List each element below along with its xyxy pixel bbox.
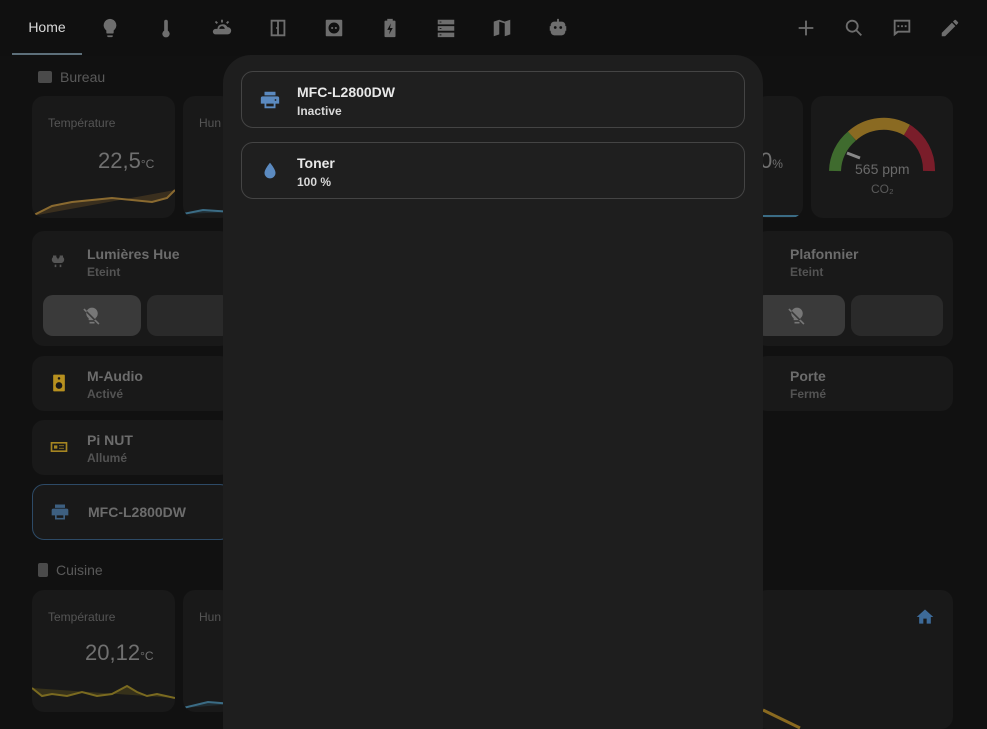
battery-icon[interactable] (376, 14, 404, 42)
robot-icon[interactable] (544, 14, 572, 42)
outlet-icon[interactable] (320, 14, 348, 42)
ceiling-off-button[interactable] (755, 295, 845, 336)
ups-icon (49, 437, 69, 457)
tab-home[interactable]: Home (12, 0, 82, 55)
lightbulb-off-icon (83, 307, 100, 325)
lightbulb-off-icon (788, 307, 805, 325)
printer-icon (50, 502, 70, 522)
more-info-dialog: MFC-L2800DW Inactive Toner 100 % (223, 55, 763, 729)
chat-icon[interactable] (888, 14, 916, 42)
weather-icon[interactable] (208, 14, 236, 42)
lights-hue-tile[interactable]: Lumières Hue Eteint (32, 231, 232, 346)
section-bureau: Bureau (38, 69, 105, 85)
pi-nut-tile[interactable]: Pi NUT Allumé (32, 420, 232, 475)
printer-icon (258, 88, 282, 112)
water-drop-icon (258, 159, 282, 183)
home-icon (915, 607, 935, 627)
door-tile[interactable]: Porte Fermé (755, 356, 953, 411)
lights-on-button[interactable] (147, 295, 232, 336)
temperature-card-bureau[interactable]: Température 22,5°C (32, 96, 175, 218)
printer-tile[interactable]: MFC-L2800DW (32, 484, 232, 540)
temperature-sparkline (32, 684, 175, 699)
m-audio-tile[interactable]: M-Audio Activé (32, 356, 232, 411)
fridge-icon (38, 563, 48, 577)
entity-row-printer[interactable]: MFC-L2800DW Inactive (241, 71, 745, 128)
humidity-value-right: 0% (760, 148, 783, 173)
ceiling-lights-icon (48, 253, 68, 273)
door-icon[interactable] (264, 14, 292, 42)
map-card-cuisine[interactable] (755, 590, 953, 729)
speaker-icon (49, 373, 69, 393)
thermometer-icon[interactable] (152, 14, 180, 42)
desk-icon (38, 71, 52, 83)
entity-row-toner[interactable]: Toner 100 % (241, 142, 745, 199)
server-icon[interactable] (432, 14, 460, 42)
temperature-sparkline (32, 189, 175, 217)
temperature-value: 20,12°C (85, 640, 154, 665)
top-app-bar: Home (0, 0, 987, 56)
map-icon[interactable] (488, 14, 516, 42)
pencil-icon[interactable] (936, 14, 964, 42)
lightbulb-icon[interactable] (96, 14, 124, 42)
co2-gauge-card[interactable]: 565 ppm CO₂ (811, 96, 953, 218)
search-icon[interactable] (840, 14, 868, 42)
lights-off-button[interactable] (43, 295, 141, 336)
temperature-card-cuisine[interactable]: Température 20,12°C (32, 590, 175, 712)
ceiling-light-tile[interactable]: Plafonnier Eteint (755, 231, 953, 346)
ceiling-on-button[interactable] (851, 295, 943, 336)
plus-icon[interactable] (792, 14, 820, 42)
temperature-value: 22,5°C (98, 148, 155, 173)
section-cuisine: Cuisine (38, 562, 103, 578)
